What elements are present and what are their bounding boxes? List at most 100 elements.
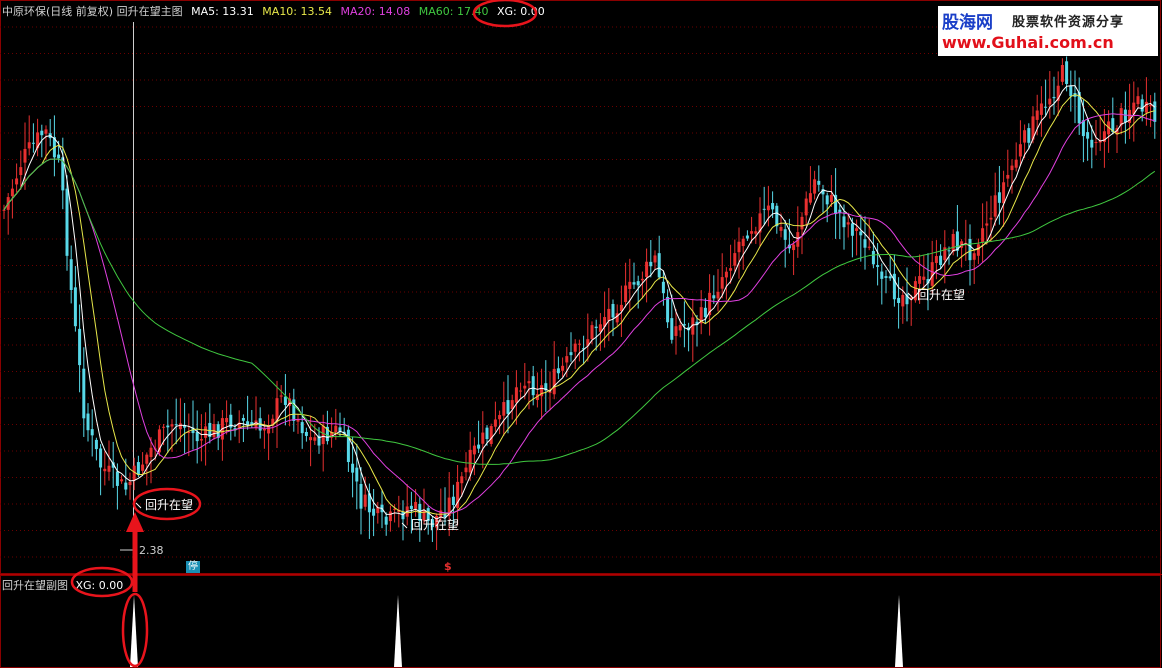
candle-body [502, 402, 506, 416]
candle-body [632, 282, 636, 285]
candle-body [178, 423, 182, 430]
main-price-chart[interactable]: 回升在望回升在望回升在望2.38 [0, 0, 1162, 575]
candle-body [1090, 139, 1094, 148]
candle-body [225, 417, 229, 423]
candle-body [78, 328, 82, 366]
candle-body [951, 234, 955, 252]
candle-body [162, 426, 166, 428]
ma5-readout: MA5: 13.31 [191, 5, 254, 18]
candle-body [65, 188, 69, 256]
candle-body [1014, 159, 1018, 168]
candle-body [279, 395, 283, 397]
candle-body [267, 426, 271, 434]
candle-body [792, 244, 796, 251]
candle-body [359, 483, 363, 509]
candle-body [115, 471, 119, 486]
ma20-line [3, 113, 1155, 514]
candle-body [939, 255, 943, 266]
candle-body [1018, 144, 1022, 157]
candle-body [166, 425, 170, 428]
candle-body [292, 399, 296, 421]
candle-body [1044, 106, 1048, 108]
candle-body [414, 501, 418, 509]
candle-body [300, 422, 304, 434]
candle-body [842, 216, 846, 228]
candle-body [934, 256, 938, 263]
candle-body [590, 325, 594, 340]
low-price-label: 2.38 [139, 544, 164, 557]
candle-body [1002, 182, 1006, 204]
ma20-readout: MA20: 14.08 [340, 5, 411, 18]
candle-body [1010, 165, 1014, 171]
candle-body [863, 239, 867, 248]
candle-body [372, 508, 376, 516]
signal-label: 回升在望 [907, 288, 965, 302]
ma60-readout: MA60: 17.40 [418, 5, 489, 18]
signal-label-text: 回升在望 [145, 498, 193, 512]
candle-body [989, 217, 993, 220]
candle-body [947, 250, 951, 252]
candle-body [23, 148, 27, 163]
candle-body [855, 228, 859, 231]
candle-body [724, 271, 728, 278]
candle-body [309, 437, 313, 441]
candle-body [531, 376, 535, 396]
candle-body [922, 276, 926, 280]
candle-body [674, 326, 678, 336]
sub-indicator-chart[interactable] [0, 575, 1162, 668]
candle-body [577, 343, 581, 345]
candle-body [107, 465, 111, 472]
candle-body [514, 387, 518, 403]
candle-body [733, 253, 737, 266]
candle-body [569, 352, 573, 356]
candle-body [506, 400, 510, 414]
candle-body [120, 479, 124, 482]
candle-body [283, 396, 287, 405]
candle-body [783, 229, 787, 240]
candle-body [275, 398, 279, 421]
candle-body [1023, 130, 1027, 143]
candle-body [750, 231, 754, 234]
candle-body [460, 476, 464, 484]
candle-body [737, 241, 741, 253]
candle-body [628, 281, 632, 289]
candle-body [527, 381, 531, 384]
candle-body [1094, 142, 1098, 144]
trading-halt-tag: 停 [186, 561, 200, 573]
candle-body [73, 287, 77, 327]
candle-body [657, 253, 661, 278]
candle-body [304, 431, 308, 436]
candle-body [388, 511, 392, 522]
candle-body [607, 308, 611, 321]
candle-body [661, 281, 665, 294]
candle-body [1065, 61, 1069, 84]
candle-body [829, 194, 833, 202]
candle-body [262, 428, 266, 431]
candle-body [754, 231, 758, 234]
candle-body [1006, 174, 1010, 179]
candle-body [241, 418, 245, 421]
candle-body [556, 368, 560, 374]
signal-label-text: 回升在望 [411, 518, 459, 532]
candle-body [1069, 85, 1073, 97]
candle-body [897, 297, 901, 303]
candle-body [813, 179, 817, 194]
signal-label: 回升在望 [401, 518, 459, 532]
candle-body [523, 385, 527, 389]
candle-body [464, 467, 468, 473]
candle-body [1136, 96, 1140, 105]
candle-body [346, 429, 350, 463]
main-chart-frame [0, 0, 1161, 574]
candle-body [384, 516, 388, 525]
candle-body [972, 253, 976, 260]
candle-body [1149, 105, 1153, 107]
candle-body [888, 276, 892, 279]
candle-body [649, 261, 653, 267]
candle-body [401, 511, 405, 520]
candle-body [636, 281, 640, 286]
candle-body [981, 228, 985, 242]
candle-body [10, 188, 14, 197]
candle-body [199, 439, 203, 441]
candle-body [477, 444, 481, 449]
candle-body [82, 368, 86, 419]
